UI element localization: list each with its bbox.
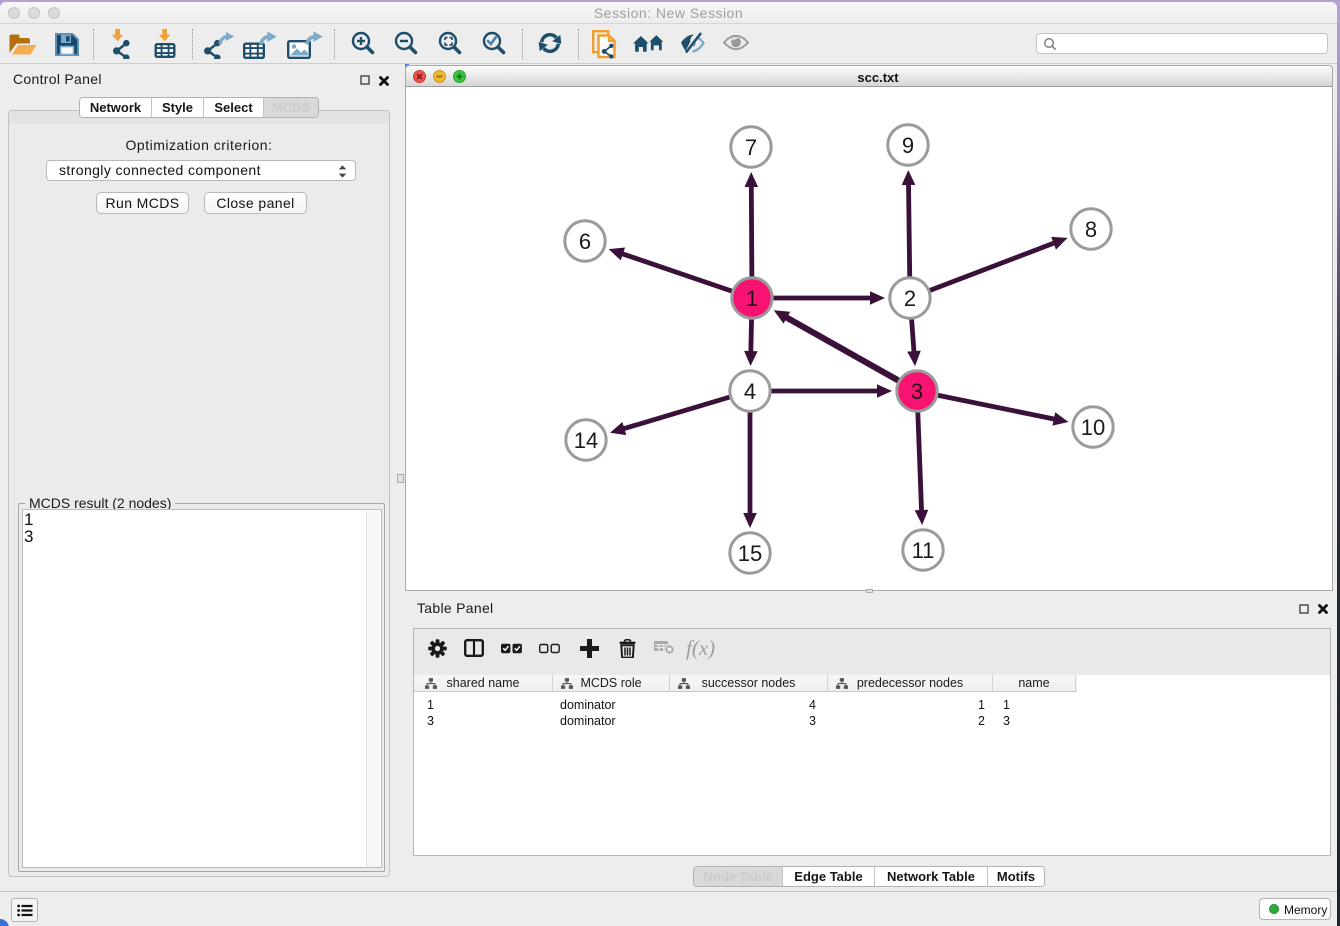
svg-text:4: 4 — [744, 379, 756, 404]
svg-text:8: 8 — [1085, 217, 1097, 242]
svg-text:15: 15 — [738, 541, 762, 566]
svg-text:10: 10 — [1081, 415, 1105, 440]
svg-text:7: 7 — [745, 135, 757, 160]
svg-text:6: 6 — [579, 229, 591, 254]
svg-text:11: 11 — [912, 538, 935, 563]
svg-text:14: 14 — [574, 428, 598, 453]
svg-text:9: 9 — [902, 133, 914, 158]
svg-text:3: 3 — [911, 379, 923, 404]
svg-text:2: 2 — [904, 286, 916, 311]
svg-text:1: 1 — [746, 286, 758, 311]
